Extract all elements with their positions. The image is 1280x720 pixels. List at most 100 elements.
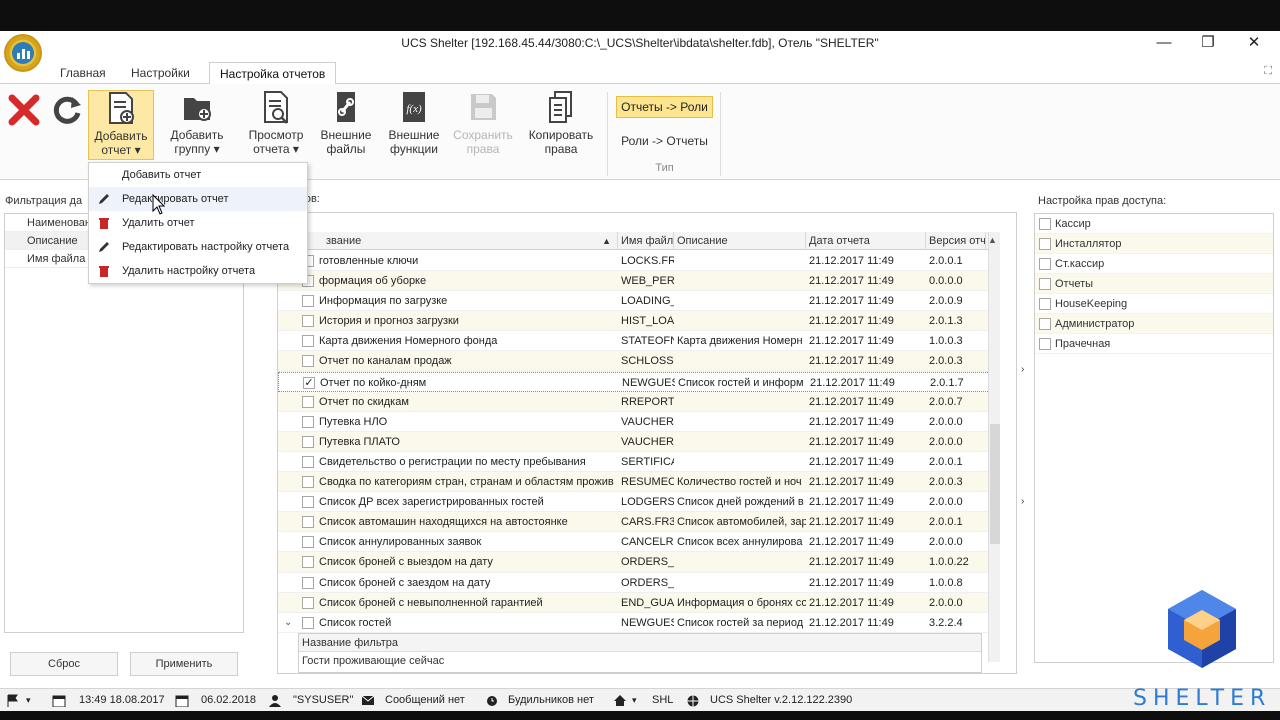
row-checkbox[interactable] [302, 476, 314, 489]
home-dropdown-icon[interactable]: ▾ [632, 689, 637, 712]
role-item[interactable]: Администратор [1035, 314, 1273, 334]
apply-button[interactable]: Применить [130, 652, 238, 676]
status-hotel: SHL [652, 694, 674, 706]
roles-to-reports-toggle[interactable]: Роли -> Отчеты [616, 131, 713, 153]
maximize-button[interactable]: ❐ [1196, 34, 1220, 52]
tab-main[interactable]: Главная [50, 62, 116, 84]
row-checkbox[interactable] [302, 496, 314, 509]
column-name[interactable]: звание ▲ [278, 232, 618, 250]
table-row[interactable]: ✓ Отчет по койко-дням NEWGUES'Список госте… [278, 371, 990, 392]
table-row[interactable]: Сводка по категориям стран, странам и об… [278, 472, 990, 493]
table-row[interactable]: готовленные ключи LOCKS.FR3 21.12.2017 11:… [278, 251, 990, 272]
table-row[interactable]: Список броней с заездом на дату ORDERS_E 2… [278, 573, 990, 593]
expand-right-icon[interactable]: › [1021, 364, 1024, 375]
role-item[interactable]: Прачечная [1035, 334, 1273, 354]
row-checkbox[interactable] [302, 315, 314, 328]
row-checkbox[interactable] [302, 435, 314, 448]
table-row[interactable]: Список ДР всех зарегистрированных гостей… [278, 492, 990, 513]
row-checkbox[interactable] [302, 596, 314, 609]
menu-item-add-report[interactable]: Добавить отчет [89, 163, 307, 187]
row-checkbox[interactable] [302, 335, 314, 348]
status-alarms[interactable]: Будильников нет [508, 689, 594, 712]
role-item[interactable]: Отчеты [1035, 274, 1273, 294]
view-report-button[interactable]: Просмотр отчета ▾ [243, 90, 309, 156]
pin-ribbon-icon[interactable]: ⛶ [1264, 65, 1272, 78]
table-row[interactable]: Свидетельство о регистрации по месту пре… [278, 452, 990, 473]
row-checkbox[interactable] [302, 616, 314, 629]
external-functions-button[interactable]: f(x) Внешние функции [383, 90, 445, 156]
cell-version: 2.0.0.0 [929, 435, 963, 448]
filter-panel-title: Фильтрация да [5, 195, 83, 207]
column-file[interactable]: Имя файла [618, 232, 674, 250]
add-report-button[interactable]: Добавить отчет ▾ [88, 90, 154, 160]
save-rights-button[interactable]: Сохранить права [450, 90, 516, 156]
cell-date: 21.12.2017 11:49 [809, 335, 894, 348]
minimize-button[interactable]: — [1152, 34, 1176, 52]
row-checkbox[interactable] [302, 576, 314, 589]
table-row[interactable]: Список автомашин находящихся на автостоя… [278, 512, 990, 533]
scroll-up-icon[interactable]: ▲ [988, 235, 997, 245]
refresh-icon[interactable] [50, 93, 84, 127]
row-checkbox[interactable] [302, 395, 314, 408]
table-row[interactable]: ⌄ Список гостей NEWGUES'Список гостей за п… [278, 613, 990, 633]
role-checkbox[interactable] [1039, 318, 1051, 330]
role-checkbox[interactable] [1039, 278, 1051, 290]
table-row[interactable]: Путевка НЛО VAUCHER_ 21.12.2017 11:49 2.0.0… [278, 412, 990, 432]
role-item[interactable]: Ст.кассир [1035, 254, 1273, 274]
flag-icon[interactable] [6, 694, 20, 707]
grid-scrollbar[interactable] [988, 232, 1000, 662]
cell-file: NEWGUES' [621, 616, 674, 629]
reset-button[interactable]: Сброс [10, 652, 118, 676]
close-button[interactable]: ✕ [1242, 34, 1266, 52]
table-row[interactable]: Путевка ПЛАТО VAUCHER_ 21.12.2017 11:49 2.0… [278, 431, 990, 452]
flag-dropdown-icon[interactable]: ▾ [26, 689, 31, 712]
add-group-button[interactable]: Добавить группу ▾ [164, 90, 230, 156]
tab-report-settings[interactable]: Настройка отчетов [209, 62, 337, 85]
column-version[interactable]: Версия отч [926, 232, 986, 250]
cell-description: Список всех аннулирова [677, 536, 803, 549]
expand-right-icon[interactable]: › [1021, 496, 1024, 507]
table-row[interactable]: Список броней с невыполненной гарантией E… [278, 592, 990, 613]
column-date[interactable]: Дата отчета [806, 232, 926, 250]
row-checkbox[interactable] [302, 415, 314, 428]
cell-date: 21.12.2017 11:49 [809, 275, 894, 288]
row-checkbox[interactable] [302, 536, 314, 549]
delete-icon[interactable] [8, 94, 40, 126]
row-checkbox[interactable] [302, 516, 314, 529]
status-datetime: 13:49 18.08.2017 [79, 694, 165, 706]
subgrid-row[interactable]: Гости проживающие сейчас [299, 652, 981, 670]
table-row[interactable]: Список броней с выездом на дату ORDERS_E 2… [278, 552, 990, 573]
table-row[interactable]: формация об уборке WEB_PERF 21.12.2017 11:… [278, 271, 990, 292]
scrollbar-thumb[interactable] [990, 424, 1000, 544]
external-files-button[interactable]: Внешние файлы [315, 90, 377, 156]
role-item[interactable]: Кассир [1035, 214, 1273, 234]
menu-item-delete-report-settings[interactable]: Удалить настройку отчета [89, 259, 307, 283]
menu-item-edit-report[interactable]: Редактировать отчет [89, 187, 307, 211]
table-row[interactable]: Отчет по скидкам RREPORTC 21.12.2017 11:49… [278, 391, 990, 412]
menu-item-delete-report[interactable]: Удалить отчет [89, 211, 307, 235]
tab-settings[interactable]: Настройки [121, 62, 200, 84]
column-description[interactable]: Описание [674, 232, 806, 250]
table-row[interactable]: Информация по загрузке LOADING_ 21.12.2017… [278, 291, 990, 312]
menu-item-edit-report-settings[interactable]: Редактировать настройку отчета [89, 235, 307, 259]
role-checkbox[interactable] [1039, 238, 1051, 250]
reports-to-roles-toggle[interactable]: Отчеты -> Роли [616, 96, 713, 118]
role-checkbox[interactable] [1039, 338, 1051, 350]
row-expander-icon[interactable]: ⌄ [284, 613, 292, 633]
role-checkbox[interactable] [1039, 298, 1051, 310]
row-checkbox[interactable] [302, 455, 314, 468]
table-row[interactable]: Список аннулированных заявок CANCELREСпис… [278, 532, 990, 553]
row-checkbox[interactable] [302, 295, 314, 308]
role-item[interactable]: HouseKeeping [1035, 294, 1273, 314]
row-checkbox[interactable] [302, 556, 314, 569]
role-item[interactable]: Инсталлятор [1035, 234, 1273, 254]
row-checkbox[interactable]: ✓ [303, 376, 315, 389]
row-checkbox[interactable] [302, 355, 314, 368]
copy-rights-button[interactable]: Копировать права [525, 90, 597, 156]
role-checkbox[interactable] [1039, 218, 1051, 230]
table-row[interactable]: Отчет по каналам продаж SCHLOSS.F 21.12.20… [278, 351, 990, 372]
role-checkbox[interactable] [1039, 258, 1051, 270]
status-messages[interactable]: Сообщений нет [385, 689, 465, 712]
table-row[interactable]: Карта движения Номерного фонда STATEOFN Ка… [278, 331, 990, 352]
table-row[interactable]: История и прогноз загрузки HIST_LOAI 21.12… [278, 311, 990, 332]
